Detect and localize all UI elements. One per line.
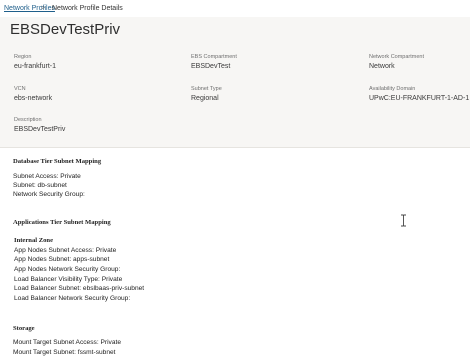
network-compartment-label: Network Compartment bbox=[369, 54, 425, 60]
description-label: Description bbox=[14, 117, 42, 123]
app-nodes-network-security-group: App Nodes Network Security Group: bbox=[14, 266, 121, 273]
app-nodes-subnet-access: App Nodes Subnet Access: Private bbox=[14, 247, 117, 254]
mount-target-subnet: Mount Target Subnet: fssmt-subnet bbox=[13, 349, 116, 356]
internal-zone-title: Internal Zone bbox=[14, 237, 54, 244]
storage-section-title: Storage bbox=[13, 325, 35, 332]
load-balancer-subnet: Load Balancer Subnet: ebslbaas-priv-subn… bbox=[14, 285, 145, 292]
database-subnet-access: Subnet Access: Private bbox=[13, 173, 81, 180]
availability-domain-label: Availability Domain bbox=[369, 86, 416, 92]
page-title: EBSDevTestPriv bbox=[10, 21, 121, 38]
ebs-compartment-label: EBS Compartment bbox=[191, 54, 237, 60]
region-value: eu-frankfurt-1 bbox=[14, 63, 57, 70]
subnet-type-value: Regional bbox=[191, 95, 219, 102]
availability-domain-value: UPwC:EU-FRANKFURT-1-AD-1 bbox=[369, 95, 470, 102]
mount-target-subnet-access: Mount Target Subnet Access: Private bbox=[13, 339, 122, 346]
database-network-security-group: Network Security Group: bbox=[13, 191, 85, 198]
ebs-compartment-value: EBSDevTest bbox=[191, 63, 231, 70]
database-tier-section-title: Database Tier Subnet Mapping bbox=[13, 158, 102, 165]
description-value: EBSDevTestPriv bbox=[14, 126, 66, 133]
vcn-value: ebs-network bbox=[14, 95, 53, 102]
app-nodes-subnet: App Nodes Subnet: apps-subnet bbox=[14, 256, 110, 263]
subnet-type-label: Subnet Type bbox=[191, 86, 222, 92]
breadcrumb-network-profiles-link[interactable]: Network Profiles bbox=[4, 5, 55, 12]
applications-tier-section-title: Applications Tier Subnet Mapping bbox=[13, 219, 111, 226]
database-subnet: Subnet: db-subnet bbox=[13, 182, 67, 189]
load-balancer-network-security-group: Load Balancer Network Security Group: bbox=[14, 295, 131, 302]
network-compartment-value: Network bbox=[369, 63, 395, 70]
region-label: Region bbox=[14, 54, 32, 60]
vcn-label: VCN bbox=[14, 86, 26, 92]
load-balancer-visibility-type: Load Balancer Visibility Type: Private bbox=[14, 276, 123, 283]
breadcrumb-current-page: Network Profile Details bbox=[52, 5, 123, 12]
text-cursor-icon bbox=[401, 214, 406, 227]
breadcrumb-separator: > bbox=[41, 5, 46, 12]
